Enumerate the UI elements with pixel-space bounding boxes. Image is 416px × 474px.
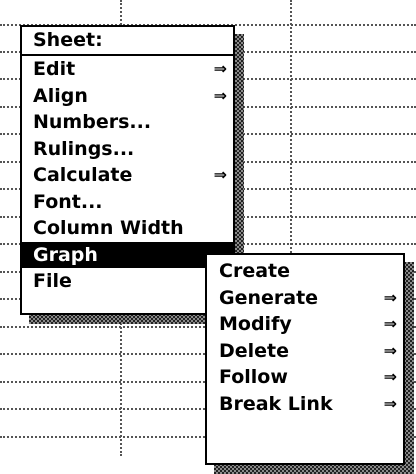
menu-item-numbers[interactable]: Numbers...	[22, 109, 233, 136]
menu-item-edit[interactable]: Edit ⇒	[22, 56, 233, 83]
double-right-arrow-icon: ⇒	[383, 314, 397, 333]
menu-item-calculate[interactable]: Calculate ⇒	[22, 162, 233, 189]
sheet-menu-title: Sheet:	[22, 27, 233, 56]
menu-item-label: Rulings...	[33, 137, 135, 160]
graph-submenu: Create Generate ⇒ Modify ⇒ Delete ⇒ Foll…	[205, 253, 405, 465]
menu-item-label: Edit	[33, 58, 76, 80]
menu-item-label: Delete	[219, 339, 290, 362]
double-right-arrow-icon: ⇒	[383, 393, 397, 413]
double-right-arrow-icon: ⇒	[213, 85, 227, 105]
menu-item-label: Create	[219, 260, 290, 282]
menu-item-font[interactable]: Font...	[22, 189, 233, 216]
menu-item-column-width[interactable]: Column Width	[22, 215, 233, 242]
menu-item-label: File	[33, 270, 72, 292]
double-right-arrow-icon: ⇒	[213, 59, 227, 78]
submenu-item-modify[interactable]: Modify ⇒	[207, 311, 403, 338]
menu-item-file[interactable]: File	[22, 268, 233, 295]
menu-item-graph[interactable]: Graph	[22, 241, 233, 268]
menu-item-align[interactable]: Align ⇒	[22, 83, 233, 110]
menu-item-label: Numbers...	[33, 111, 152, 133]
double-right-arrow-icon: ⇒	[383, 340, 397, 360]
menu-item-rulings[interactable]: Rulings...	[22, 136, 233, 163]
menu-item-label: Graph	[33, 243, 98, 266]
menu-item-label: Modify	[219, 313, 292, 335]
submenu-item-generate[interactable]: Generate ⇒	[207, 285, 403, 312]
sheet-menu: Sheet: Edit ⇒ Align ⇒ Numbers... Rulings…	[20, 25, 235, 315]
submenu-item-create[interactable]: Create	[207, 258, 403, 285]
submenu-item-follow[interactable]: Follow ⇒	[207, 364, 403, 391]
menu-item-label: Font...	[33, 190, 103, 213]
menu-item-label: Follow	[219, 366, 288, 388]
menu-item-label: Generate	[219, 286, 319, 309]
menu-item-label: Calculate	[33, 164, 133, 186]
double-right-arrow-icon: ⇒	[383, 367, 397, 386]
double-right-arrow-icon: ⇒	[213, 165, 227, 184]
submenu-item-delete[interactable]: Delete ⇒	[207, 338, 403, 365]
menu-item-label: Break Link	[219, 392, 333, 415]
double-right-arrow-icon: ⇒	[383, 287, 397, 307]
menu-item-label: Column Width	[33, 217, 184, 239]
menu-item-label: Align	[33, 84, 88, 107]
submenu-item-break-link[interactable]: Break Link ⇒	[207, 391, 403, 418]
